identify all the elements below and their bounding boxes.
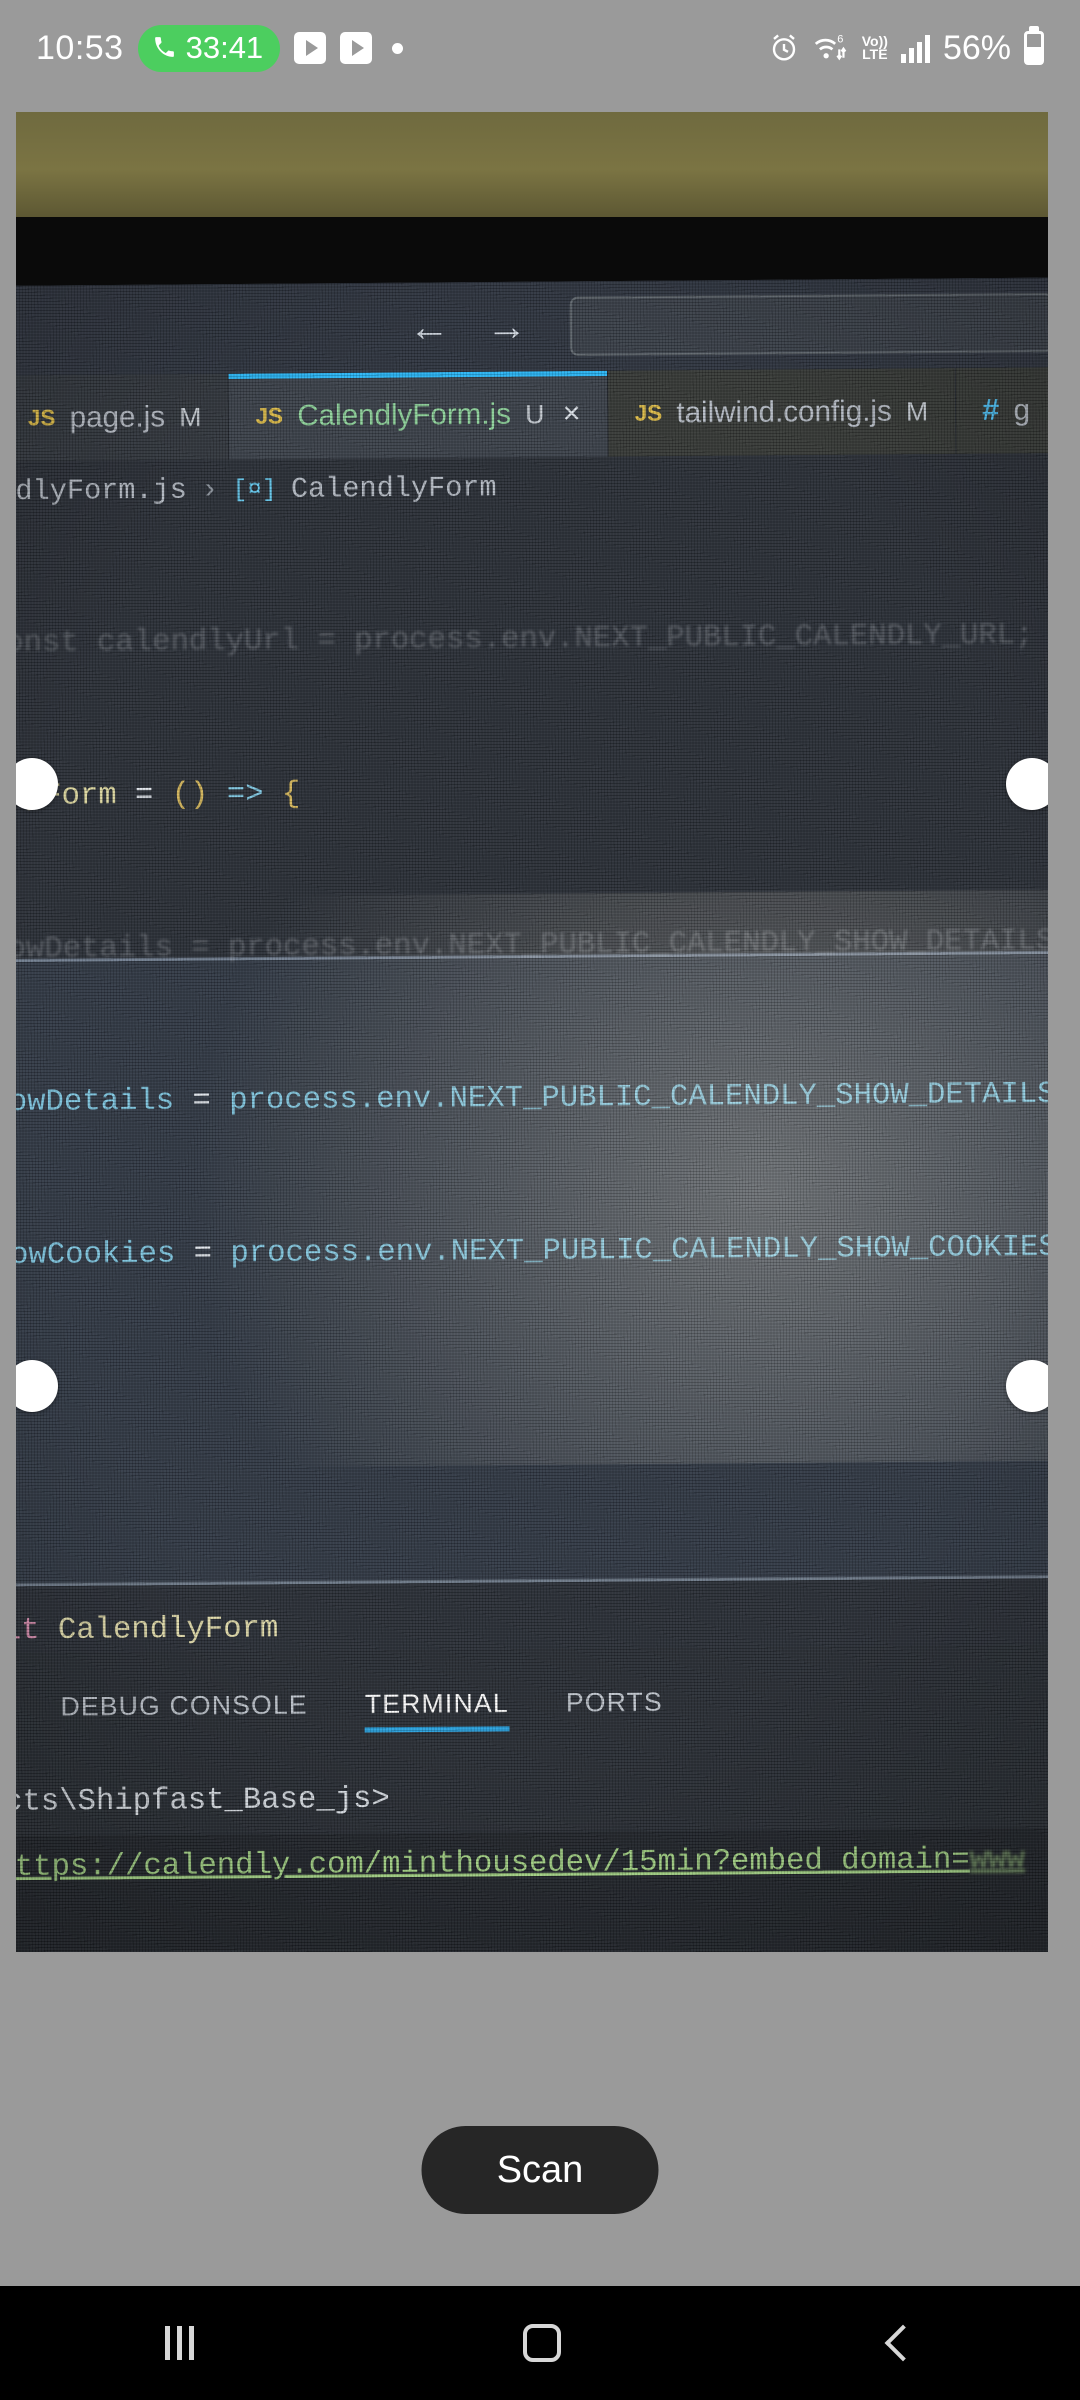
status-bar-right: 6 Vo)) LTE 56% <box>768 29 1044 68</box>
js-file-icon: JS <box>255 403 284 429</box>
export-default-line: fault CalendlyForm <box>16 1612 278 1649</box>
volte-icon: Vo)) LTE <box>862 34 888 62</box>
forward-arrow-icon[interactable]: → <box>486 304 527 349</box>
editor-tab-strip: JS page.js M JS CalendlyForm.js U × JS t… <box>16 367 1048 462</box>
export-keyword: fault <box>16 1613 40 1650</box>
tab-partial-next[interactable]: # g <box>955 367 1048 454</box>
android-navigation-bar <box>0 2286 1080 2400</box>
desk-surface <box>16 112 1048 217</box>
breadcrumb-separator: › <box>201 474 219 507</box>
code-line: t showCookies = process.env.NEXT_PUBLIC_… <box>16 1230 1048 1274</box>
alarm-icon <box>772 34 795 61</box>
tab-modified-badge: M <box>905 395 929 427</box>
tab-modified-badge: M <box>179 401 202 432</box>
code-line-comment-url: /* https://calendly.com/minthousedev/15m… <box>16 1833 1048 1893</box>
tab-page-js[interactable]: JS page.js M <box>16 373 230 462</box>
symbol-icon: [¤] <box>232 476 277 504</box>
breadcrumb-symbol[interactable]: CalendlyForm <box>291 472 497 505</box>
play-icon <box>294 32 327 64</box>
hash-file-icon: # <box>982 393 1000 428</box>
phone-screen: 10:53 33:41 6 Vo)) LTE 56% ← → JS page.j… <box>0 0 1080 2400</box>
code-line: rn ( <box>16 1527 1048 1587</box>
url-input[interactable] <box>569 292 1048 356</box>
code-line: const calendlyUrl = process.env.NEXT_PUB… <box>16 618 1034 662</box>
status-bar-left: 10:53 33:41 <box>36 24 404 72</box>
nav-arrows: ← → <box>409 304 528 350</box>
terminal-prompt[interactable]: ojects\Shipfast_Base_js> <box>16 1782 390 1820</box>
captured-photo[interactable]: ← → JS page.js M JS CalendlyForm.js U × <box>16 112 1048 1952</box>
code-line: t showDetails = process.env.NEXT_PUBLIC_… <box>16 924 1048 968</box>
js-file-icon: JS <box>27 404 56 431</box>
active-call-pill[interactable]: 33:41 <box>137 24 281 72</box>
play-icon <box>340 32 373 64</box>
recents-button[interactable] <box>164 2326 194 2360</box>
tab-label: tailwind.config.js <box>676 394 892 430</box>
js-file-icon: JS <box>634 400 663 426</box>
vscode-window: ← → JS page.js M JS CalendlyForm.js U × <box>16 277 1048 1952</box>
tab-untracked-badge: U <box>525 398 545 430</box>
tab-label: g <box>1013 393 1031 427</box>
tab-calendlyform-js[interactable]: JS CalendlyForm.js U × <box>228 370 609 460</box>
back-arrow-icon[interactable]: ← <box>409 305 450 350</box>
breadcrumb-file[interactable]: alendlyForm.js <box>16 475 187 509</box>
call-timer: 33:41 <box>185 29 264 65</box>
signal-icon <box>900 33 930 63</box>
home-button[interactable] <box>522 2324 561 2362</box>
code-line: t showDetails = process.env.NEXT_PUBLIC_… <box>16 1077 1048 1121</box>
dot-icon <box>392 42 404 54</box>
status-clock: 10:53 <box>36 28 124 67</box>
svg-text:6: 6 <box>837 33 843 45</box>
volte-bottom-label: LTE <box>862 46 888 62</box>
export-name: CalendlyForm <box>57 1611 279 1649</box>
status-bar: 10:53 33:41 6 Vo)) LTE 56% <box>0 0 1080 96</box>
code-line: lendlyForm = () => { <box>16 777 301 815</box>
browser-toolbar: ← → <box>16 277 1048 376</box>
phone-icon <box>154 37 174 57</box>
comment-url[interactable]: /* https://calendly.com/minthousedev/15m… <box>16 1843 970 1886</box>
back-button[interactable] <box>884 2324 921 2362</box>
tab-label: CalendlyForm.js <box>297 397 512 432</box>
tab-tailwind-config-js[interactable]: JS tailwind.config.js M <box>607 368 957 457</box>
battery-percent: 56% <box>942 28 1011 67</box>
scan-button[interactable]: Scan <box>421 2126 659 2214</box>
comment-url-tail: www <box>969 1842 1025 1878</box>
tab-label: page.js <box>69 400 166 434</box>
battery-icon <box>1024 31 1044 65</box>
close-icon[interactable]: × <box>563 397 581 432</box>
wifi-icon: 6 <box>814 33 847 61</box>
